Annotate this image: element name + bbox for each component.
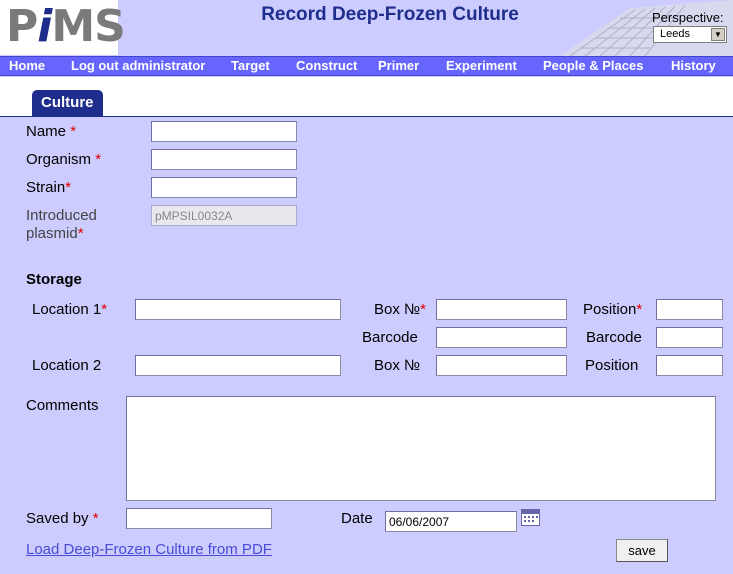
nav-primer[interactable]: Primer — [378, 58, 419, 73]
perspective-selected-value: Leeds — [660, 28, 690, 40]
position-barcode-input[interactable] — [656, 327, 723, 348]
chevron-down-icon[interactable]: ▼ — [711, 28, 725, 41]
location-2-label: Location 2 — [32, 357, 102, 374]
comments-textarea[interactable] — [126, 396, 716, 501]
pims-logo[interactable]: PiMS — [0, 0, 126, 55]
box-2-label: Box № — [374, 357, 421, 374]
required-marker: * — [92, 510, 99, 527]
position-2-input[interactable] — [656, 355, 723, 376]
required-marker: * — [101, 301, 108, 318]
organism-label: Organism * — [26, 151, 102, 168]
calendar-icon[interactable] — [521, 509, 540, 526]
position-2-label: Position — [585, 357, 639, 374]
nav-people-places[interactable]: People & Places — [543, 58, 643, 73]
name-label: Name * — [26, 123, 77, 140]
tab-culture[interactable]: Culture — [32, 90, 103, 117]
required-marker: * — [65, 179, 72, 196]
strain-input[interactable] — [151, 177, 297, 198]
nav-construct[interactable]: Construct — [296, 58, 357, 73]
strain-label: Strain* — [26, 179, 72, 196]
comments-label: Comments — [26, 397, 99, 414]
required-marker: * — [95, 151, 102, 168]
introduced-plasmid-input — [151, 205, 297, 226]
position-1-input[interactable] — [656, 299, 723, 320]
tab-strip: Culture — [0, 77, 733, 117]
nav-home[interactable]: Home — [9, 58, 45, 73]
required-marker: * — [636, 301, 643, 318]
load-from-pdf-link[interactable]: Load Deep-Frozen Culture from PDF — [26, 541, 272, 558]
nav-target[interactable]: Target — [231, 58, 270, 73]
organism-input[interactable] — [151, 149, 297, 170]
nav-history[interactable]: History — [671, 58, 716, 73]
box-1-label: Box №* — [374, 301, 426, 318]
required-marker: * — [70, 123, 77, 140]
header: PiMS Record Deep-Frozen Culture Perspect… — [0, 0, 733, 56]
box-2-input[interactable] — [436, 355, 567, 376]
box-1-input[interactable] — [436, 299, 567, 320]
required-marker: * — [420, 301, 426, 318]
saved-by-input[interactable] — [126, 508, 272, 529]
save-button[interactable]: save — [616, 539, 668, 562]
box-barcode-input[interactable] — [436, 327, 567, 348]
perspective-select[interactable]: Leeds ▼ — [653, 26, 727, 43]
nav-experiment[interactable]: Experiment — [446, 58, 517, 73]
position-barcode-label: Barcode — [586, 329, 642, 346]
box-barcode-label: Barcode — [362, 329, 418, 346]
location-1-input[interactable] — [135, 299, 341, 320]
saved-by-label: Saved by * — [26, 510, 99, 527]
location-1-label: Location 1* — [32, 301, 108, 318]
page-title: Record Deep-Frozen Culture — [261, 4, 519, 25]
perspective-label: Perspective: — [652, 10, 724, 25]
nav-logout[interactable]: Log out administrator — [71, 58, 205, 73]
position-1-label: Position* — [583, 301, 643, 318]
required-marker: * — [77, 225, 84, 242]
name-input[interactable] — [151, 121, 297, 142]
location-2-input[interactable] — [135, 355, 341, 376]
date-label: Date — [341, 510, 373, 527]
logo-text: PiMS — [6, 1, 126, 52]
main-navigation: Home Log out administrator Target Constr… — [0, 56, 733, 76]
storage-heading: Storage — [26, 271, 82, 288]
date-input[interactable] — [385, 511, 517, 532]
introduced-plasmid-label: Introduced plasmid* — [26, 207, 97, 242]
